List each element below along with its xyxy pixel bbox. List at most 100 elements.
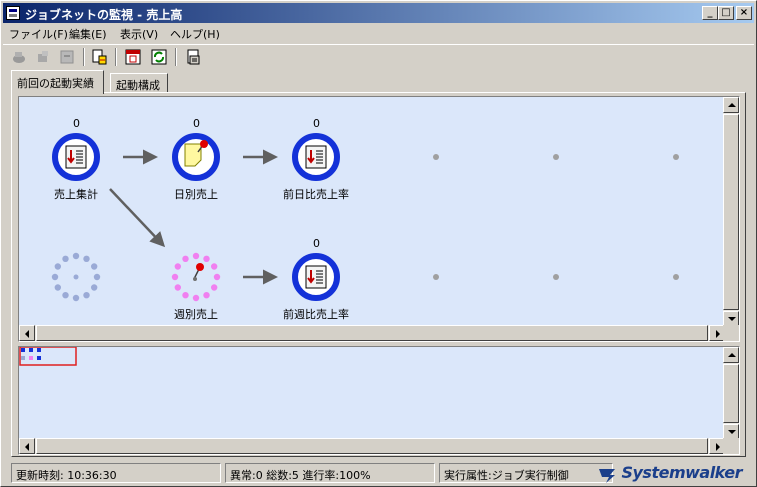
overview-canvas bbox=[19, 347, 723, 438]
tab-startup-config[interactable]: 起動構成 bbox=[110, 73, 168, 93]
grid-dot bbox=[673, 274, 679, 280]
ring-dot bbox=[213, 273, 221, 281]
menu-edit[interactable]: 編集(E) bbox=[69, 26, 107, 42]
maximize-button[interactable]: □ bbox=[718, 6, 734, 20]
toolbar-separator bbox=[83, 48, 85, 66]
ring-dot bbox=[203, 255, 210, 263]
status-update-time: 更新時刻: 10:36:30 bbox=[11, 463, 221, 483]
window-title: ジョブネットの監視 - 売上高 bbox=[25, 8, 183, 22]
status-summary: 異常:0 総数:5 進行率:100% bbox=[225, 463, 435, 483]
export-icon[interactable] bbox=[183, 47, 203, 67]
node-count-zenjitsu: 0 bbox=[313, 117, 320, 130]
ring-dot bbox=[171, 273, 179, 281]
memo-node-nichibetsu bbox=[172, 133, 220, 181]
empty-node bbox=[51, 252, 101, 302]
menu-file[interactable]: ファイル(F) bbox=[9, 26, 68, 42]
app-icon bbox=[6, 6, 20, 20]
arrow-shukei-to-shubetsu bbox=[109, 188, 166, 248]
ring-dot bbox=[54, 263, 62, 270]
refresh-icon[interactable] bbox=[149, 47, 169, 67]
menu-help[interactable]: ヘルプ(H) bbox=[170, 26, 220, 42]
ring-dot bbox=[174, 263, 182, 270]
ring-center bbox=[73, 274, 79, 280]
jobnet-flow-pane: 0 0 0 0 売上集計 日別売上 前日比売上率 週別売上 前週比売上率 bbox=[18, 96, 740, 342]
job-node-zenshu bbox=[292, 253, 340, 301]
menu-view[interactable]: 表示(V) bbox=[120, 26, 158, 42]
status-bar: 更新時刻: 10:36:30 異常:0 総数:5 進行率:100% 実行属性:ジ… bbox=[11, 463, 746, 483]
ring-dot bbox=[210, 284, 218, 291]
ring-dot bbox=[51, 273, 59, 281]
scroll-up-button[interactable] bbox=[723, 97, 739, 113]
scroll-thumb[interactable] bbox=[36, 438, 708, 454]
minimize-button[interactable]: _ bbox=[702, 6, 718, 20]
ring-dot bbox=[90, 263, 98, 270]
ring-dot bbox=[182, 291, 189, 299]
status-exec-attribute: 実行属性:ジョブ実行制御 bbox=[439, 463, 613, 483]
scroll-corner bbox=[723, 438, 739, 454]
start-job-icon[interactable] bbox=[9, 47, 29, 67]
flow-diagram bbox=[51, 133, 679, 302]
close-button[interactable]: × bbox=[736, 6, 752, 20]
ring-dot bbox=[192, 294, 200, 302]
node-label-zenshu[interactable]: 前週比売上率 bbox=[276, 306, 356, 322]
viewport-indicator bbox=[19, 347, 77, 366]
node-label-uriage-shukei[interactable]: 売上集計 bbox=[46, 186, 106, 202]
overview-vertical-scrollbar[interactable] bbox=[723, 347, 739, 440]
stop-job-icon[interactable] bbox=[57, 47, 77, 67]
ring-dot bbox=[62, 291, 69, 299]
grid-dot bbox=[673, 154, 679, 160]
ring-dot bbox=[182, 255, 189, 263]
overview-minimap[interactable] bbox=[19, 347, 725, 440]
ring-dot bbox=[72, 252, 80, 260]
window: ジョブネットの監視 - 売上高 _ □ × ファイル(F) 編集(E) 表示(V… bbox=[0, 0, 757, 487]
overview-pane bbox=[18, 346, 740, 455]
node-count-uriage-shukei: 0 bbox=[73, 117, 80, 130]
ring-dot bbox=[90, 284, 98, 291]
grid-dot bbox=[553, 274, 559, 280]
overview-horizontal-scrollbar[interactable] bbox=[19, 438, 725, 454]
logo-text: Systemwalker bbox=[621, 463, 742, 482]
menu-bar: ファイル(F) 編集(E) 表示(V) ヘルプ(H) bbox=[3, 24, 754, 42]
node-count-zenshu: 0 bbox=[313, 237, 320, 250]
node-label-zenjitsu[interactable]: 前日比売上率 bbox=[276, 186, 356, 202]
grid-dot bbox=[433, 274, 439, 280]
toolbar-separator bbox=[175, 48, 177, 66]
ring-dot bbox=[83, 255, 90, 263]
logo-mark-icon bbox=[598, 469, 615, 483]
title-bar[interactable]: ジョブネットの監視 - 売上高 _ □ × bbox=[3, 3, 754, 23]
ring-dot bbox=[83, 291, 90, 299]
scroll-thumb[interactable] bbox=[723, 364, 739, 423]
ring-dot bbox=[54, 284, 62, 291]
calendar-icon[interactable] bbox=[123, 47, 143, 67]
scroll-left-button[interactable] bbox=[19, 438, 35, 454]
job-node-uriage-shukei bbox=[52, 133, 100, 181]
systemwalker-logo: Systemwalker bbox=[596, 463, 742, 483]
ring-dot bbox=[72, 294, 80, 302]
ring-dot bbox=[174, 284, 182, 291]
node-count-nichibetsu: 0 bbox=[193, 117, 200, 130]
ring-dot bbox=[93, 273, 101, 281]
scroll-up-button[interactable] bbox=[723, 347, 739, 363]
ring-dot bbox=[192, 252, 200, 260]
pending-node-shubetsu bbox=[171, 252, 221, 302]
properties-icon[interactable] bbox=[89, 47, 109, 67]
flow-horizontal-scrollbar[interactable] bbox=[19, 325, 725, 341]
scroll-thumb[interactable] bbox=[723, 114, 739, 310]
node-label-nichibetsu[interactable]: 日別売上 bbox=[166, 186, 226, 202]
ring-dot bbox=[210, 263, 218, 270]
flow-canvas: 0 0 0 0 売上集計 日別売上 前日比売上率 週別売上 前週比売上率 bbox=[19, 97, 723, 325]
restart-job-icon[interactable] bbox=[33, 47, 53, 67]
grid-dot bbox=[553, 154, 559, 160]
scroll-corner bbox=[723, 325, 739, 341]
ring-dot bbox=[203, 291, 210, 299]
tab-panel: 0 0 0 0 売上集計 日別売上 前日比売上率 週別売上 前週比売上率 bbox=[11, 92, 746, 457]
toolbar bbox=[3, 44, 754, 68]
node-label-shubetsu[interactable]: 週別売上 bbox=[166, 306, 226, 322]
grid-dot bbox=[433, 154, 439, 160]
ring-dot bbox=[62, 255, 69, 263]
scroll-thumb[interactable] bbox=[36, 325, 708, 341]
flow-vertical-scrollbar[interactable] bbox=[723, 97, 739, 327]
job-node-zenjitsu bbox=[292, 133, 340, 181]
scroll-left-button[interactable] bbox=[19, 325, 35, 341]
tab-last-run[interactable]: 前回の起動実績 bbox=[11, 70, 104, 94]
